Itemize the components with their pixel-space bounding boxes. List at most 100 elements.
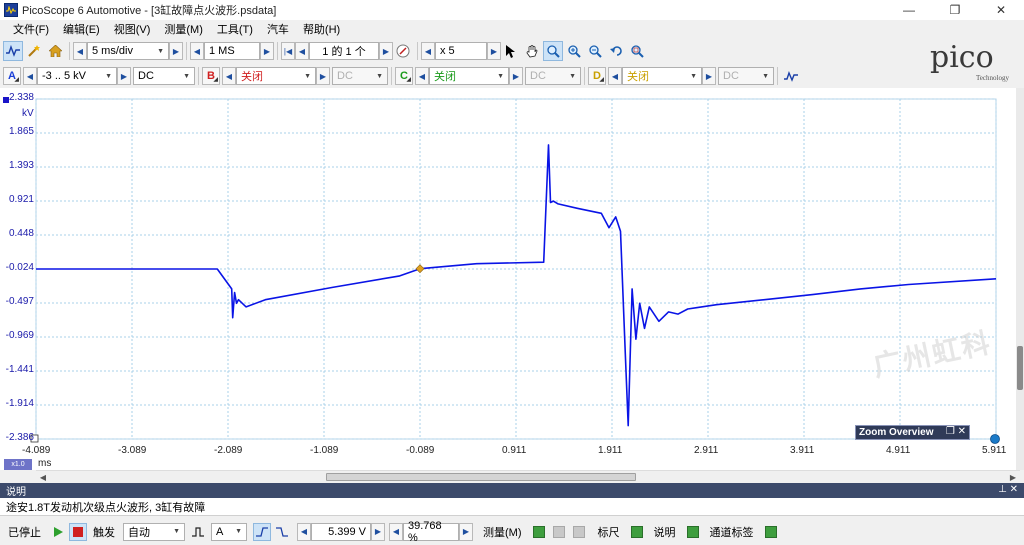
x-tick-label: 0.911 [502,445,527,456]
channel-b-coupling-select[interactable]: DC ▼ [332,67,388,85]
trigger-channel-select[interactable]: A ▼ [211,522,247,541]
vertical-scrollbar[interactable] [1016,88,1024,470]
timebase-select[interactable]: 5 ms/div ▼ [87,42,169,60]
menu-edit[interactable]: 编辑(E) [56,21,107,37]
horizontal-scroll-thumb[interactable] [326,473,636,481]
vertical-scroll-thumb[interactable] [1017,346,1023,390]
notes-text[interactable]: 途安1.8T发动机次级点火波形, 3缸有故障 [0,498,1024,516]
buffer-navigator-icon[interactable] [393,41,413,61]
add-measurement-button[interactable] [530,523,548,541]
hand-tool-icon[interactable] [522,41,542,61]
menu-tools[interactable]: 工具(T) [210,21,260,37]
zoom-next-button[interactable]: ▶ [487,42,501,60]
maximize-button[interactable]: ❐ [932,0,978,20]
pre-trigger-input[interactable]: 39.768 % [403,520,459,544]
zoom-to-fit-icon[interactable] [627,41,647,61]
channel-c-range-prev-button[interactable]: ◀ [415,67,429,85]
y-tick-label: -2.386 [5,432,34,443]
close-button[interactable]: ✕ [978,0,1024,20]
pre-trigger-prev-button[interactable]: ◀ [389,522,403,541]
buffer-next-button[interactable]: ▶ [379,42,393,60]
channel-c-range-next-button[interactable]: ▶ [509,67,523,85]
channel-a-button[interactable]: A ◢ [3,67,21,85]
notes-label[interactable]: 说明 [654,524,676,540]
home-icon[interactable] [45,41,65,61]
channel-d-range-select[interactable]: 关闭 ▼ [622,67,702,85]
channel-a-range-select[interactable]: -3 .. 5 kV ▼ [37,67,117,85]
ruler-label[interactable]: 标尺 [598,524,620,540]
scope-view[interactable]: kV 2.338 1.865 1.393 0.921 0.448 -0.024 -0.497… [0,88,1020,470]
channel-d-coupling-select[interactable]: DC ▼ [718,67,774,85]
pre-trigger-next-button[interactable]: ▶ [459,522,473,541]
zoom-overview-controls[interactable]: ❐ ✕ [946,426,966,437]
channel-d-range-next-button[interactable]: ▶ [702,67,716,85]
wand-icon[interactable] [24,41,44,61]
channel-d-button[interactable]: D ◢ [588,67,606,85]
y-tick-label: 0.448 [8,228,34,239]
channel-b-range-prev-button[interactable]: ◀ [222,67,236,85]
zoom-out-icon[interactable] [585,41,605,61]
pointer-tool-icon[interactable] [501,41,521,61]
menu-help[interactable]: 帮助(H) [296,21,347,37]
horizontal-scrollbar[interactable]: ◀ ▶ [36,470,1020,482]
run-button[interactable] [49,523,67,541]
notes-panel-controls[interactable]: ⊥ ✕ [998,484,1018,495]
trigger-type-icon[interactable] [189,523,207,541]
zoom-level-tag[interactable]: x1.0 [4,459,32,470]
oscilloscope-plot[interactable] [0,88,1016,470]
menu-bar: 文件(F) 编辑(E) 视图(V) 测量(M) 工具(T) 汽车 帮助(H) [0,20,1024,38]
channel-c-coupling-select[interactable]: DC ▼ [525,67,581,85]
timebase-prev-button[interactable]: ◀ [73,42,87,60]
measure-label[interactable]: 测量(M) [483,524,522,540]
delete-measurement-button[interactable] [570,523,588,541]
channel-a-range-prev-button[interactable]: ◀ [23,67,37,85]
channel-d-range-prev-button[interactable]: ◀ [608,67,622,85]
zoom-in-tool-icon[interactable] [543,41,563,61]
zoom-overview-panel[interactable]: Zoom Overview ❐ ✕ [855,425,970,440]
notes-panel-header: 说明 ⊥ ✕ [0,483,1024,498]
zoom-in-icon[interactable] [564,41,584,61]
channel-c-range-select[interactable]: 关闭 ▼ [429,67,509,85]
rising-edge-icon[interactable] [253,522,271,541]
scroll-left-button[interactable]: ◀ [38,472,48,482]
ruler-toggle-button[interactable] [628,523,646,541]
timebase-next-button[interactable]: ▶ [169,42,183,60]
zoom-select[interactable]: x 5 [435,42,487,60]
samples-next-button[interactable]: ▶ [260,42,274,60]
channel-labels-label[interactable]: 通道标签 [710,524,754,540]
y-tick-label: 1.393 [8,160,34,171]
trigger-level-next-button[interactable]: ▶ [371,522,385,541]
trigger-level-prev-button[interactable]: ◀ [297,522,311,541]
undo-zoom-icon[interactable] [606,41,626,61]
delete-measurement-icon [572,525,585,538]
channel-a-range-next-button[interactable]: ▶ [117,67,131,85]
channel-c-button[interactable]: C ◢ [395,67,413,85]
scroll-right-button[interactable]: ▶ [1008,472,1018,482]
channel-b-range-next-button[interactable]: ▶ [316,67,330,85]
buffer-index[interactable]: 1 的 1 个 [309,42,379,60]
buffer-prev-button[interactable]: ◀ [295,42,309,60]
trigger-level-input[interactable]: 5.399 V [311,522,371,541]
notes-toggle-button[interactable] [684,523,702,541]
scope-mode-icon[interactable] [3,41,23,61]
channel-a-coupling-select[interactable]: DC ▼ [133,67,195,85]
menu-measure[interactable]: 测量(M) [157,21,210,37]
samples-prev-button[interactable]: ◀ [190,42,204,60]
menu-automotive[interactable]: 汽车 [260,21,296,37]
math-channels-icon[interactable] [781,66,801,86]
samples-select[interactable]: 1 MS [204,42,260,60]
edit-measurement-button[interactable] [550,523,568,541]
channel-b-button[interactable]: B ◢ [202,67,220,85]
stop-button[interactable] [69,522,87,541]
falling-edge-icon[interactable] [273,523,291,541]
menu-view[interactable]: 视图(V) [107,21,158,37]
menu-file[interactable]: 文件(F) [6,21,56,37]
window-title: PicoScope 6 Automotive - [3缸故障点火波形.psdat… [22,5,277,17]
channel-b-range-select[interactable]: 关闭 ▼ [236,67,316,85]
minimize-button[interactable]: — [886,0,932,20]
zoom-prev-button[interactable]: ◀ [421,42,435,60]
trigger-mode-select[interactable]: 自动 ▼ [123,522,185,541]
channel-labels-toggle-button[interactable] [762,523,780,541]
buffer-first-button[interactable]: |◀ [281,42,295,60]
trigger-label: 触发 [93,526,115,539]
